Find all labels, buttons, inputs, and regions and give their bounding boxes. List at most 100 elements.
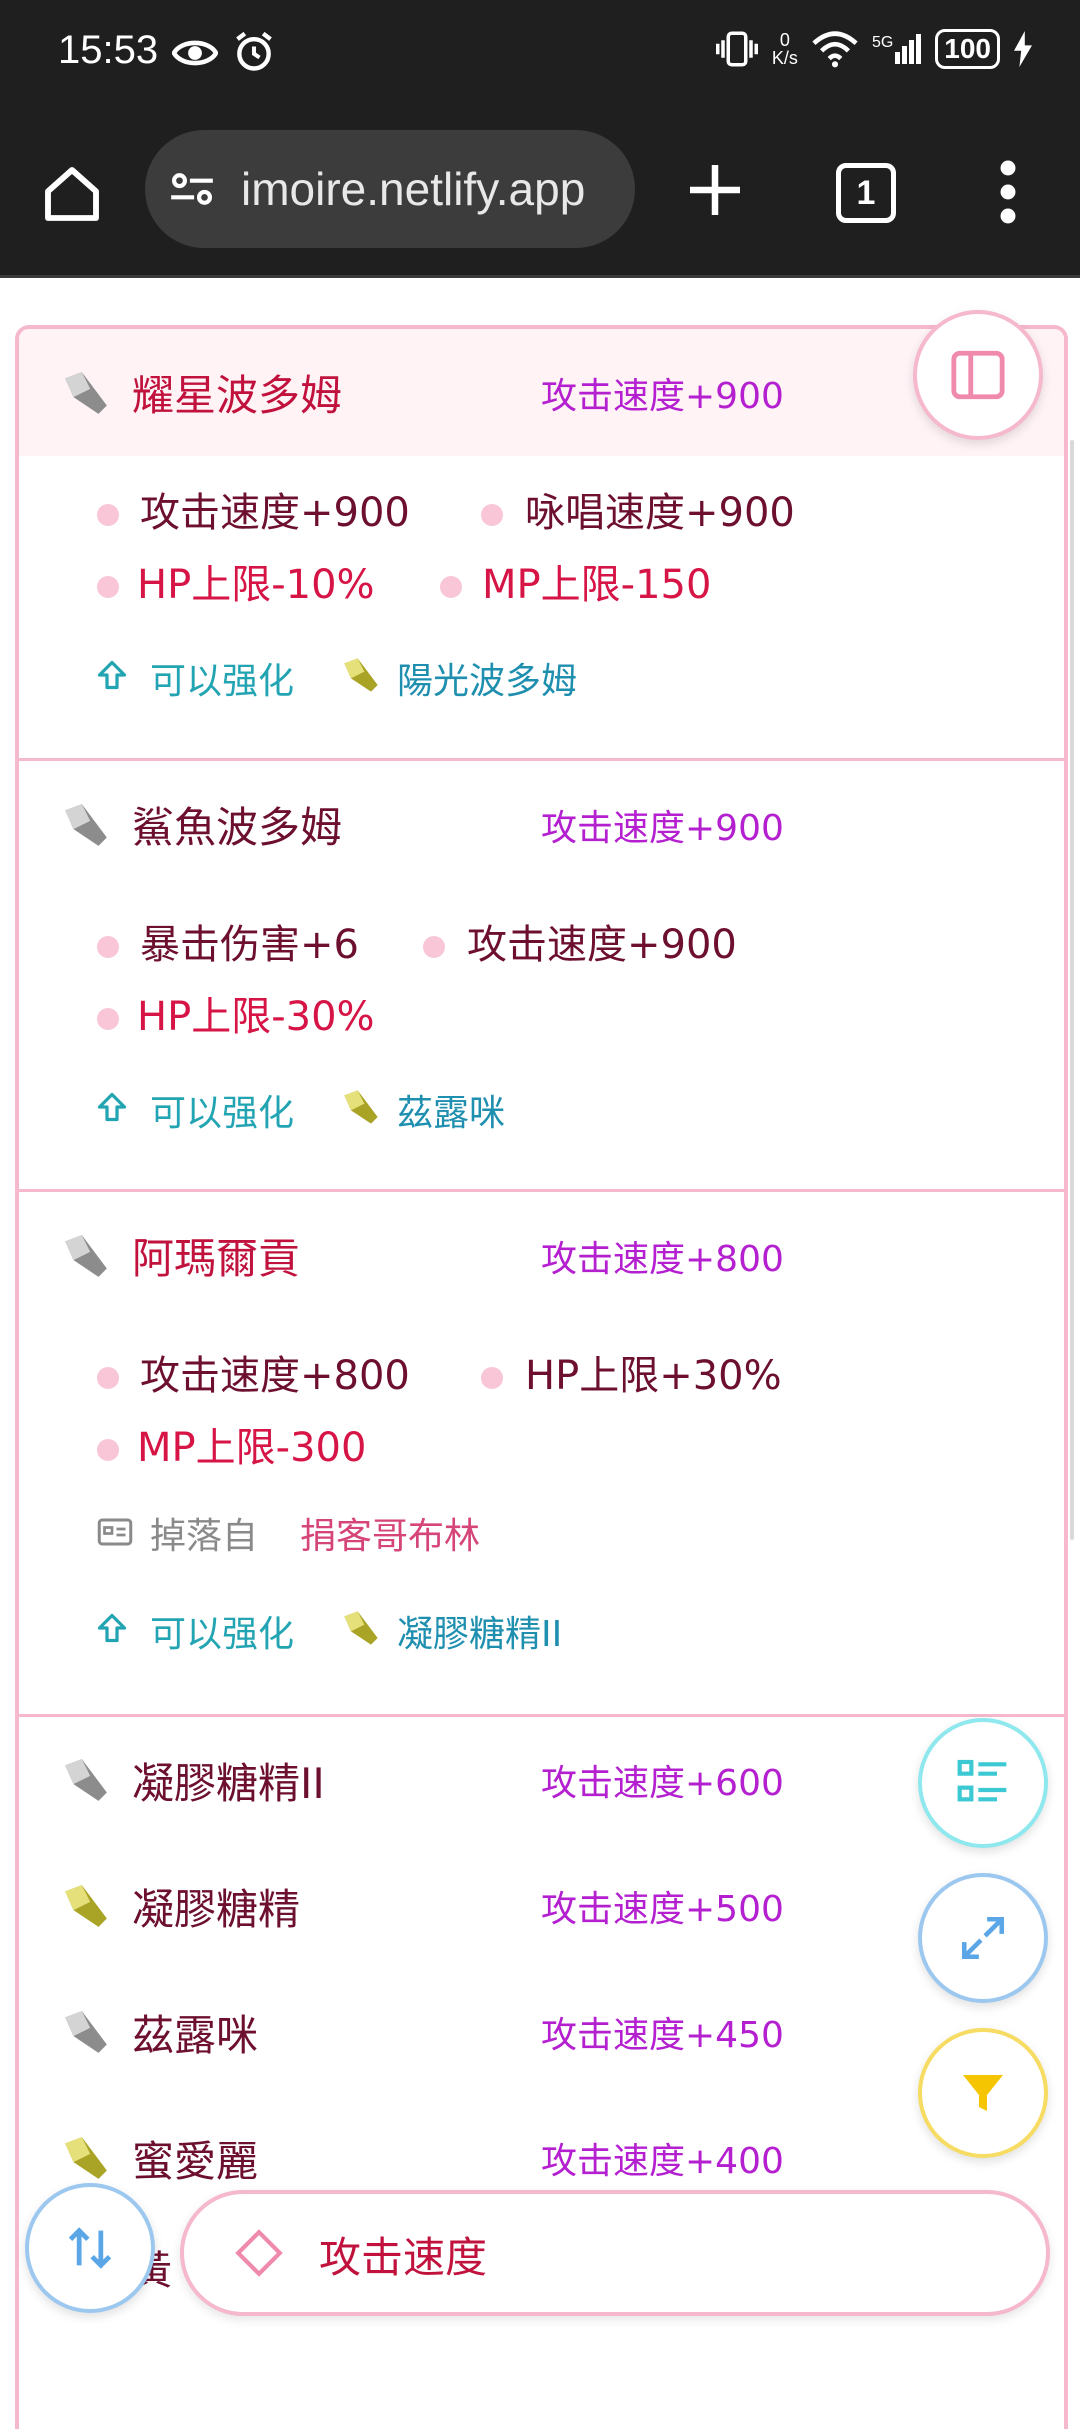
item-key-stat: 攻击速度+800 xyxy=(541,1238,784,1280)
item-list: 耀星波多姆 攻击速度+900 攻击速度+900 咏唱速度+900 HP上限-10… xyxy=(15,325,1068,2429)
gray-crystal-icon xyxy=(65,2011,107,2053)
toggle-sidebar-button[interactable] xyxy=(913,310,1043,440)
bullet-dot xyxy=(481,504,503,526)
item-key-stat: 攻击速度+900 xyxy=(541,375,784,417)
bullet-dot xyxy=(440,576,462,598)
battery-indicator: 100 xyxy=(935,29,1000,69)
vibrate-icon xyxy=(715,31,758,67)
bullet-dot xyxy=(97,576,119,598)
stat-text: 攻击速度+800 xyxy=(140,1353,410,1399)
bullet-dot xyxy=(97,1439,119,1461)
charging-icon xyxy=(1014,31,1032,67)
bullet-dot xyxy=(97,1008,119,1030)
item-card-header[interactable]: 耀星波多姆 攻击速度+900 xyxy=(19,329,1064,456)
stat-text: HP上限+30% xyxy=(525,1353,782,1399)
alarm-icon xyxy=(236,31,272,71)
expand-button[interactable] xyxy=(918,1873,1048,2003)
enhance-label: 可以强化 xyxy=(150,1614,295,1655)
item-card-header[interactable]: 鯊魚波多姆 攻击速度+900 xyxy=(19,761,1064,888)
item-card-header[interactable]: 阿瑪爾貢 攻击速度+800 xyxy=(19,1192,1064,1319)
yellow-crystal-icon xyxy=(344,658,378,692)
item-name: 耀星波多姆 xyxy=(132,371,343,420)
item-card[interactable]: 鯊魚波多姆 攻击速度+900 暴击伤害+6 攻击速度+900 HP上限-30% … xyxy=(19,761,1064,1192)
gray-crystal-icon xyxy=(65,1234,107,1277)
item-name: 鯊魚波多姆 xyxy=(132,803,343,852)
scrollbar[interactable] xyxy=(1070,440,1074,1540)
enhance-row[interactable]: 可以强化 茲露咪 xyxy=(19,1072,1064,1142)
item-row[interactable]: 凝膠糖精II 攻击速度+600 xyxy=(19,1717,1064,1843)
gray-crystal-icon xyxy=(65,803,107,846)
eye-icon xyxy=(172,40,218,66)
filter-button[interactable] xyxy=(918,2028,1048,2158)
browser-toolbar: imoire.netlify.app 1 xyxy=(0,110,1080,278)
drop-label: 掉落自 xyxy=(150,1516,259,1557)
yellow-crystal-icon xyxy=(344,1611,378,1645)
cell-signal-icon: 5G xyxy=(872,34,922,64)
item-name: 凝膠糖精II xyxy=(132,1758,325,1808)
stat-text: HP上限-10% xyxy=(137,562,375,608)
stat-text: MP上限-300 xyxy=(137,1425,367,1471)
sort-order-button[interactable] xyxy=(25,2183,155,2313)
stat-text: 暴击伤害+6 xyxy=(140,922,359,968)
enhance-target-link[interactable]: 凝膠糖精II xyxy=(397,1605,562,1657)
drop-source-row[interactable]: 掉落自 捐客哥布林 xyxy=(19,1497,1064,1567)
gray-crystal-icon xyxy=(65,1759,107,1801)
enhance-target-link[interactable]: 茲露咪 xyxy=(397,1084,505,1136)
filter-funnel-icon xyxy=(963,2075,1003,2111)
item-key-stat: 攻击速度+900 xyxy=(541,807,784,849)
item-card[interactable]: 阿瑪爾貢 攻击速度+800 攻击速度+800 HP上限+30% MP上限-300… xyxy=(19,1192,1064,1717)
item-key-stat: 攻击速度+450 xyxy=(541,2015,784,2056)
url-text[interactable]: imoire.netlify.app xyxy=(241,162,621,216)
stat-text: MP上限-150 xyxy=(482,562,712,608)
net-speed: 0 K/s xyxy=(771,30,798,68)
item-row[interactable]: 茲露咪 攻击速度+450 xyxy=(19,1969,1064,2095)
item-key-stat: 攻击速度+500 xyxy=(541,1889,784,1930)
bullet-dot xyxy=(481,1367,503,1389)
gray-crystal-icon xyxy=(65,371,107,414)
monster-card-icon xyxy=(97,1518,133,1546)
item-key-stat: 攻击速度+400 xyxy=(541,2141,784,2182)
upgrade-arrow-icon xyxy=(97,1613,127,1643)
item-key-stat: 攻击速度+600 xyxy=(541,1763,784,1804)
clock: 15:53 xyxy=(58,28,159,72)
enhance-row[interactable]: 可以强化 凝膠糖精II xyxy=(19,1593,1064,1663)
enhance-target-link[interactable]: 陽光波多姆 xyxy=(397,652,577,704)
drop-source-link[interactable]: 捐客哥布林 xyxy=(300,1507,480,1559)
swap-vertical-icon xyxy=(68,2227,112,2269)
upgrade-arrow-icon xyxy=(97,1092,127,1122)
item-row[interactable]: 凝膠糖精 攻击速度+500 xyxy=(19,1843,1064,1969)
bullet-dot xyxy=(423,936,445,958)
bullet-dot xyxy=(97,936,119,958)
sidebar-panel-icon xyxy=(951,350,1005,400)
site-settings-icon[interactable] xyxy=(167,164,217,214)
wifi-icon xyxy=(812,31,858,68)
enhance-label: 可以强化 xyxy=(150,1093,295,1134)
item-name: 茲露咪 xyxy=(132,2010,259,2060)
stat-text: 攻击速度+900 xyxy=(467,922,737,968)
enhance-row[interactable]: 可以强化 陽光波多姆 xyxy=(19,640,1064,710)
stat-text: HP上限-30% xyxy=(137,994,375,1040)
address-bar[interactable]: imoire.netlify.app xyxy=(145,130,635,248)
upgrade-arrow-icon xyxy=(97,660,127,690)
yellow-crystal-icon xyxy=(65,1885,107,1927)
item-card[interactable]: 耀星波多姆 攻击速度+900 攻击速度+900 咏唱速度+900 HP上限-10… xyxy=(19,329,1064,761)
yellow-crystal-icon xyxy=(65,2137,107,2179)
search-query[interactable]: 攻击速度 xyxy=(319,2224,487,2285)
stat-text: 攻击速度+900 xyxy=(140,490,410,536)
list-view-button[interactable] xyxy=(918,1718,1048,1848)
search-input[interactable]: 攻击速度 xyxy=(180,2190,1050,2316)
item-name: 阿瑪爾貢 xyxy=(132,1234,301,1283)
diamond-icon xyxy=(235,2229,283,2277)
stat-text: 咏唱速度+900 xyxy=(525,490,795,536)
bullet-dot xyxy=(97,1367,119,1389)
list-details-icon xyxy=(957,1759,1007,1802)
tab-switcher-button[interactable]: 1 xyxy=(836,163,896,223)
more-menu-icon[interactable] xyxy=(998,160,1018,224)
new-tab-icon[interactable] xyxy=(685,160,745,220)
home-icon[interactable] xyxy=(40,162,104,226)
status-bar: 15:53 0 K/s 5G 100 xyxy=(0,0,1080,110)
item-name: 凝膠糖精 xyxy=(132,1884,301,1934)
enhance-label: 可以强化 xyxy=(150,661,295,702)
bullet-dot xyxy=(97,504,119,526)
yellow-crystal-icon xyxy=(344,1090,378,1124)
